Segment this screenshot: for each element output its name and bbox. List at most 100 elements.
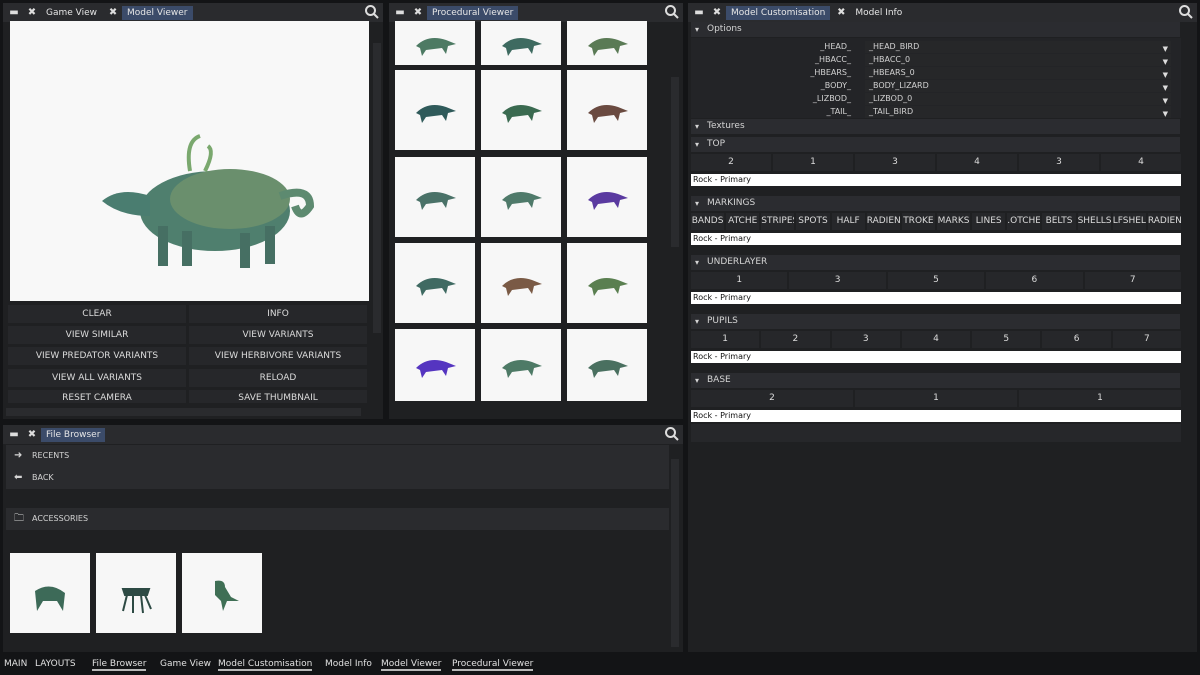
tab-model-viewer[interactable]: Model Viewer: [122, 5, 193, 20]
procedural-thumbnail[interactable]: [567, 243, 647, 323]
search-icon[interactable]: [664, 426, 680, 442]
procedural-thumbnail[interactable]: [481, 243, 561, 323]
texture-option-button[interactable]: 3: [831, 331, 900, 348]
search-icon[interactable]: [1178, 4, 1194, 20]
accessory-thumbnail[interactable]: [96, 553, 176, 633]
back-item[interactable]: ⬅ BACK: [6, 467, 669, 489]
accessories-folder[interactable]: 🗀 ACCESSORIES: [6, 508, 669, 530]
view-similar-button[interactable]: VIEW SIMILAR: [8, 326, 186, 344]
procedural-scrollbar[interactable]: [671, 77, 679, 247]
texture-material-field[interactable]: Rock - Primary: [691, 351, 1181, 363]
texture-option-button[interactable]: 6: [1042, 331, 1111, 348]
close-icon[interactable]: ✖: [411, 7, 425, 18]
reload-button[interactable]: RELOAD: [189, 369, 367, 387]
procedural-thumbnail[interactable]: [395, 329, 475, 401]
layout-model-viewer[interactable]: Model Viewer: [381, 659, 442, 671]
texture-option-button[interactable]: 3: [789, 272, 886, 289]
texture-option-button[interactable]: 6: [986, 272, 1083, 289]
texture-option-button[interactable]: 7: [1084, 272, 1181, 289]
texture-option-button[interactable]: 4: [937, 154, 1017, 171]
texture-material-field[interactable]: Rock - Primary: [691, 233, 1181, 245]
texture-option-button[interactable]: 2: [761, 331, 830, 348]
tab-procedural-viewer[interactable]: Procedural Viewer: [427, 5, 519, 20]
procedural-thumbnail[interactable]: [481, 21, 561, 65]
accessory-thumbnail[interactable]: [10, 553, 90, 633]
procedural-thumbnail[interactable]: [481, 157, 561, 237]
search-icon[interactable]: [364, 4, 380, 20]
texture-option-button[interactable]: 4: [901, 331, 971, 348]
layout-game-view[interactable]: Game View: [160, 659, 211, 669]
texture-option-button[interactable]: BANDS: [691, 213, 725, 230]
texture-material-field[interactable]: Rock - Primary: [691, 292, 1181, 304]
textures-header[interactable]: ▾ Textures: [691, 119, 1180, 134]
collapse-icon[interactable]: ▬: [7, 7, 21, 18]
view-all-variants-button[interactable]: VIEW ALL VARIANTS: [8, 369, 186, 387]
texture-option-button[interactable]: 7: [1112, 331, 1181, 348]
layout-model-customisation[interactable]: Model Customisation: [218, 659, 313, 671]
menu-layouts[interactable]: LAYOUTS: [35, 659, 76, 669]
collapse-icon[interactable]: ▬: [692, 7, 706, 18]
texture-option-button[interactable]: SHELLS: [1077, 213, 1111, 230]
save-thumbnail-button[interactable]: SAVE THUMBNAIL: [189, 390, 367, 403]
texture-option-button[interactable]: BELTS: [1042, 213, 1076, 230]
section-header-underlayer[interactable]: ▾ UNDERLAYER: [691, 255, 1180, 270]
texture-material-field[interactable]: Rock - Primary: [691, 174, 1181, 186]
option-dropdown[interactable]: _HBEARS_0 ▼: [865, 67, 1171, 79]
accessory-thumbnail[interactable]: [182, 553, 262, 633]
collapse-icon[interactable]: ▬: [7, 429, 21, 440]
texture-option-button[interactable]: 2: [691, 390, 853, 407]
tab-file-browser[interactable]: File Browser: [41, 427, 106, 442]
close-icon[interactable]: ✖: [25, 7, 39, 18]
section-header-top[interactable]: ▾ TOP: [691, 137, 1180, 152]
info-button[interactable]: INFO: [189, 305, 367, 323]
texture-option-button[interactable]: .OTCHE: [1007, 213, 1041, 230]
close-icon[interactable]: ✖: [25, 429, 39, 440]
texture-option-button[interactable]: 1: [1019, 390, 1181, 407]
texture-option-button[interactable]: TROKE: [901, 213, 935, 230]
texture-option-button[interactable]: RADIEN: [1147, 213, 1181, 230]
option-dropdown[interactable]: _BODY_LIZARD ▼: [865, 80, 1171, 92]
procedural-thumbnail[interactable]: [481, 329, 561, 401]
clear-button[interactable]: CLEAR: [8, 305, 186, 323]
layout-model-info[interactable]: Model Info: [325, 659, 372, 669]
texture-option-button[interactable]: MARKS: [937, 213, 971, 230]
texture-option-button[interactable]: SPOTS: [796, 213, 830, 230]
texture-option-button[interactable]: HALF: [831, 213, 865, 230]
texture-option-button[interactable]: 4: [1101, 154, 1181, 171]
texture-material-field[interactable]: Rock - Primary: [691, 410, 1181, 422]
texture-option-button[interactable]: 5: [887, 272, 985, 289]
recents-item[interactable]: ➜ RECENTS: [6, 445, 669, 467]
close-icon[interactable]: ✖: [710, 7, 724, 18]
texture-option-button[interactable]: 3: [855, 154, 935, 171]
section-header-markings[interactable]: ▾ MARKINGS: [691, 196, 1180, 211]
texture-option-button[interactable]: 1: [691, 331, 760, 348]
close-icon[interactable]: ✖: [834, 7, 848, 18]
procedural-thumbnail[interactable]: [567, 329, 647, 401]
procedural-thumbnail[interactable]: [395, 70, 475, 150]
horizontal-scrollbar[interactable]: [6, 408, 361, 416]
layout-file-browser[interactable]: File Browser: [92, 659, 147, 671]
close-icon[interactable]: ✖: [106, 7, 120, 18]
texture-option-button[interactable]: 1: [691, 272, 788, 289]
procedural-thumbnail[interactable]: [395, 21, 475, 65]
option-dropdown[interactable]: _TAIL_BIRD ▼: [865, 106, 1171, 118]
tab-model-customisation[interactable]: Model Customisation: [726, 5, 831, 20]
search-icon[interactable]: [664, 4, 680, 20]
procedural-thumbnail[interactable]: [395, 243, 475, 323]
reset-camera-button[interactable]: RESET CAMERA: [8, 390, 186, 403]
option-dropdown[interactable]: _HEAD_BIRD ▼: [865, 41, 1171, 53]
view-herbivore-variants-button[interactable]: VIEW HERBIVORE VARIANTS: [189, 347, 367, 365]
texture-option-button[interactable]: LINES: [972, 213, 1006, 230]
section-header-base[interactable]: ▾ BASE: [691, 373, 1180, 388]
option-dropdown[interactable]: _HBACC_0 ▼: [865, 54, 1171, 66]
procedural-thumbnail[interactable]: [481, 70, 561, 150]
view-variants-button[interactable]: VIEW VARIANTS: [189, 326, 367, 344]
texture-option-button[interactable]: 3: [1019, 154, 1099, 171]
procedural-thumbnail[interactable]: [567, 21, 647, 65]
procedural-thumbnail[interactable]: [567, 157, 647, 237]
section-header-pupils[interactable]: ▾ PUPILS: [691, 314, 1180, 329]
menu-main[interactable]: MAIN: [4, 659, 27, 669]
options-header[interactable]: ▾ Options: [691, 22, 1180, 37]
model-preview-viewport[interactable]: [10, 21, 369, 301]
collapse-icon[interactable]: ▬: [393, 7, 407, 18]
